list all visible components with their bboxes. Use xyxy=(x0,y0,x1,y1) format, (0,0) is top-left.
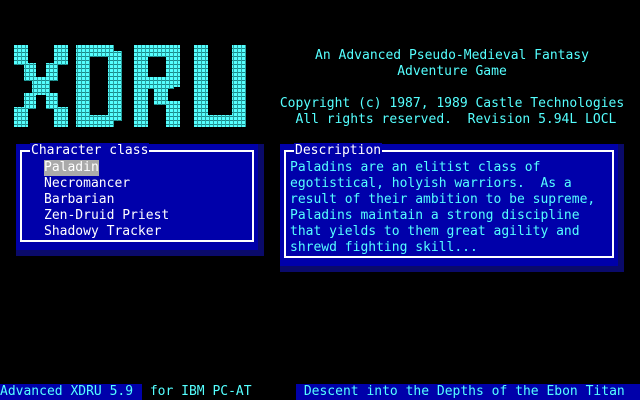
status-subtitle: Descent into the Depths of the Ebon Tita… xyxy=(296,384,640,400)
class-option-zen-druid-priest[interactable]: Zen-Druid Priest xyxy=(44,208,169,224)
tagline-line-1: An Advanced Pseudo-Medieval Fantasy xyxy=(315,48,589,63)
character-class-panel: Character class Paladin Necromancer Barb… xyxy=(16,143,264,256)
copyright-text: Copyright (c) 1987, 1989 Castle Technolo… xyxy=(279,96,625,111)
description-line: result of their ambition to be supreme, xyxy=(290,192,596,207)
description-panel: Description Paladins are an elitist clas… xyxy=(280,143,624,272)
description-line: shrewd fighting skill... xyxy=(290,240,478,255)
status-platform: for IBM PC-AT xyxy=(142,384,296,400)
tagline-line-2: Adventure Game xyxy=(397,64,507,79)
description-line: Paladins are an elitist class of xyxy=(290,160,541,175)
class-option-barbarian[interactable]: Barbarian xyxy=(44,192,114,208)
status-bar: Advanced XDRU 5.9 for IBM PC-AT Descent … xyxy=(0,384,640,400)
description-line: egotistical, holyish warriors. As a xyxy=(290,176,572,191)
description-line: that yields to them great agility and xyxy=(290,224,580,239)
xdru-logo xyxy=(14,45,246,127)
class-option-paladin[interactable]: Paladin xyxy=(44,160,99,176)
character-class-title: Character class xyxy=(30,143,150,159)
class-option-shadowy-tracker[interactable]: Shadowy Tracker xyxy=(44,224,161,240)
rights-revision-text: All rights reserved. Revision 5.94L LOCL xyxy=(287,112,617,127)
status-product: Advanced XDRU 5.9 xyxy=(0,384,142,400)
description-title: Description xyxy=(294,143,383,159)
description-line: Paladins maintain a strong discipline xyxy=(290,208,580,223)
class-option-necromancer[interactable]: Necromancer xyxy=(44,176,130,192)
